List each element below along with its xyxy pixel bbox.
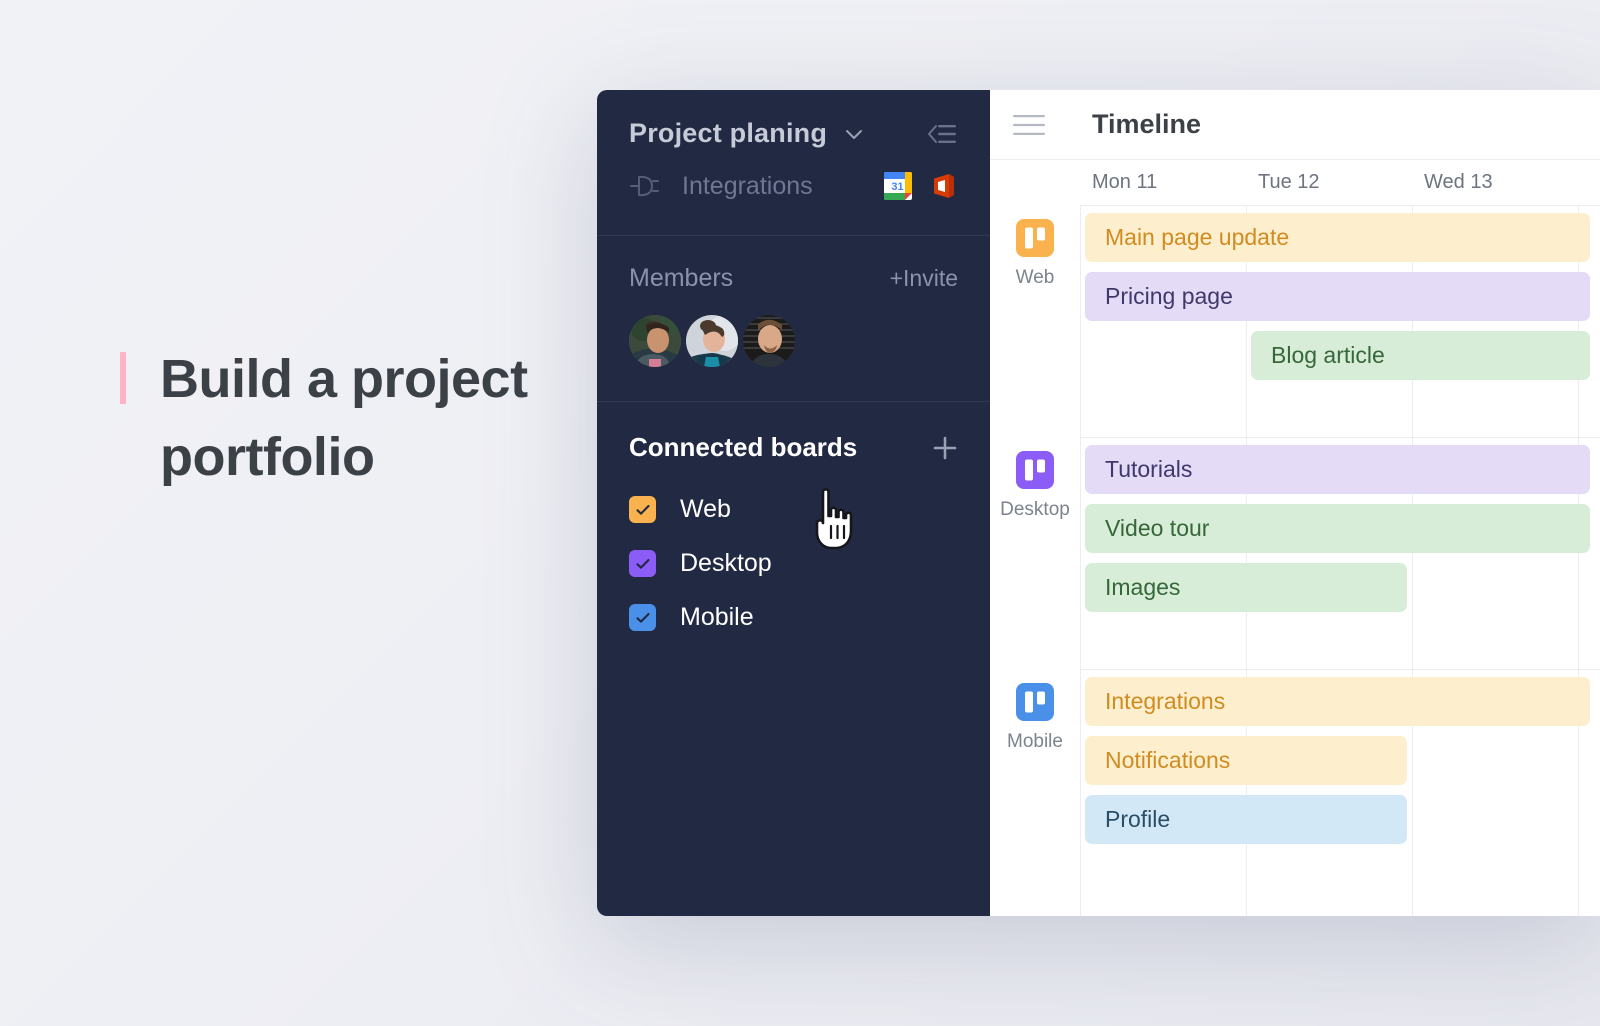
members-label: Members xyxy=(629,264,734,292)
member-avatar-list xyxy=(629,315,958,367)
page-title: Build a project portfolio xyxy=(160,349,528,488)
sidebar: Project planing Integrations 31 Members … xyxy=(597,90,990,916)
connected-boards-list: Web Desktop Mobile xyxy=(629,495,958,632)
day-label-2: Wed 13 xyxy=(1424,171,1493,193)
timeline-task-bar[interactable]: Main page update xyxy=(1085,213,1590,262)
integrations-label: Integrations xyxy=(682,171,813,200)
connected-boards-section: Connected boards Web Desktop Mobile xyxy=(597,402,990,632)
hamburger-menu-icon[interactable] xyxy=(1013,114,1045,136)
google-calendar-icon[interactable]: 31 xyxy=(883,171,913,201)
app-window: Project planing Integrations 31 Members … xyxy=(597,90,1600,916)
timeline-board-label: Mobile xyxy=(1007,731,1063,752)
timeline-board-rail-mobile: Mobile xyxy=(990,683,1080,753)
integrations-row[interactable]: Integrations 31 xyxy=(629,171,958,235)
grid-row-line xyxy=(1080,669,1600,670)
timeline-task-bar[interactable]: Blog article xyxy=(1251,331,1590,380)
hero-accent-bar xyxy=(120,352,126,404)
day-label-1: Tue 12 xyxy=(1258,171,1320,193)
grid-row-line xyxy=(1080,205,1600,206)
timeline-body: Mon 11 Tue 12 Wed 13 Web Main page update Pr… xyxy=(990,160,1600,916)
plus-icon[interactable] xyxy=(932,435,958,461)
chevron-down-icon[interactable] xyxy=(843,123,865,145)
integration-app-icons: 31 xyxy=(883,171,958,201)
grid-row-line xyxy=(1080,437,1600,438)
timeline-day-header: Mon 11 Tue 12 Wed 13 xyxy=(990,160,1600,205)
timeline-task-bar[interactable]: Pricing page xyxy=(1085,272,1590,321)
board-item-desktop[interactable]: Desktop xyxy=(629,549,958,578)
board-checkbox-mobile[interactable] xyxy=(629,604,656,631)
timeline-task-bar[interactable]: Tutorials xyxy=(1085,445,1590,494)
board-label: Mobile xyxy=(680,603,754,631)
hero-section: Build a project portfolio xyxy=(120,340,570,497)
trello-board-icon[interactable] xyxy=(1016,451,1054,489)
members-section: Members +Invite xyxy=(597,236,990,401)
sidebar-header: Project planing Integrations 31 xyxy=(597,90,990,235)
collapse-sidebar-icon[interactable] xyxy=(924,122,958,146)
connected-boards-title: Connected boards xyxy=(629,432,858,462)
timeline-board-rail-web: Web xyxy=(990,219,1080,289)
app-screenshot: Build a project portfolio Project planin… xyxy=(0,0,1600,1026)
board-label: Desktop xyxy=(680,549,772,577)
member-avatar-1[interactable] xyxy=(629,315,681,367)
day-label-0: Mon 11 xyxy=(1092,171,1158,193)
timeline-task-bar[interactable]: Notifications xyxy=(1085,736,1407,785)
timeline-task-bar[interactable]: Profile xyxy=(1085,795,1407,844)
microsoft-office-icon[interactable] xyxy=(928,171,958,201)
timeline-task-bar[interactable]: Images xyxy=(1085,563,1407,612)
timeline-panel: Timeline Mon 11 Tue 12 Wed 13 Web Main page… xyxy=(990,90,1600,916)
board-checkbox-web[interactable] xyxy=(629,496,656,523)
board-item-web[interactable]: Web xyxy=(629,495,958,524)
timeline-task-bar[interactable]: Video tour xyxy=(1085,504,1590,553)
timeline-board-label: Web xyxy=(1015,267,1055,288)
timeline-title: Timeline xyxy=(1092,109,1202,139)
timeline-board-rail-desktop: Desktop xyxy=(990,451,1080,521)
member-avatar-3[interactable] xyxy=(743,315,795,367)
timeline-task-bar[interactable]: Integrations xyxy=(1085,677,1590,726)
grid-column-line xyxy=(1080,205,1081,916)
plug-icon xyxy=(629,173,659,199)
board-item-mobile[interactable]: Mobile xyxy=(629,603,958,632)
board-label: Web xyxy=(680,495,731,523)
trello-board-icon[interactable] xyxy=(1016,219,1054,257)
svg-text:31: 31 xyxy=(891,181,903,193)
member-avatar-2[interactable] xyxy=(686,315,738,367)
project-title[interactable]: Project planing xyxy=(629,118,827,149)
timeline-header: Timeline xyxy=(990,90,1600,160)
board-checkbox-desktop[interactable] xyxy=(629,550,656,577)
trello-board-icon[interactable] xyxy=(1016,683,1054,721)
invite-button[interactable]: +Invite xyxy=(890,265,958,292)
timeline-grid: Web Main page update Pricing page Blog arti… xyxy=(990,205,1600,916)
timeline-board-label: Desktop xyxy=(1000,499,1070,520)
